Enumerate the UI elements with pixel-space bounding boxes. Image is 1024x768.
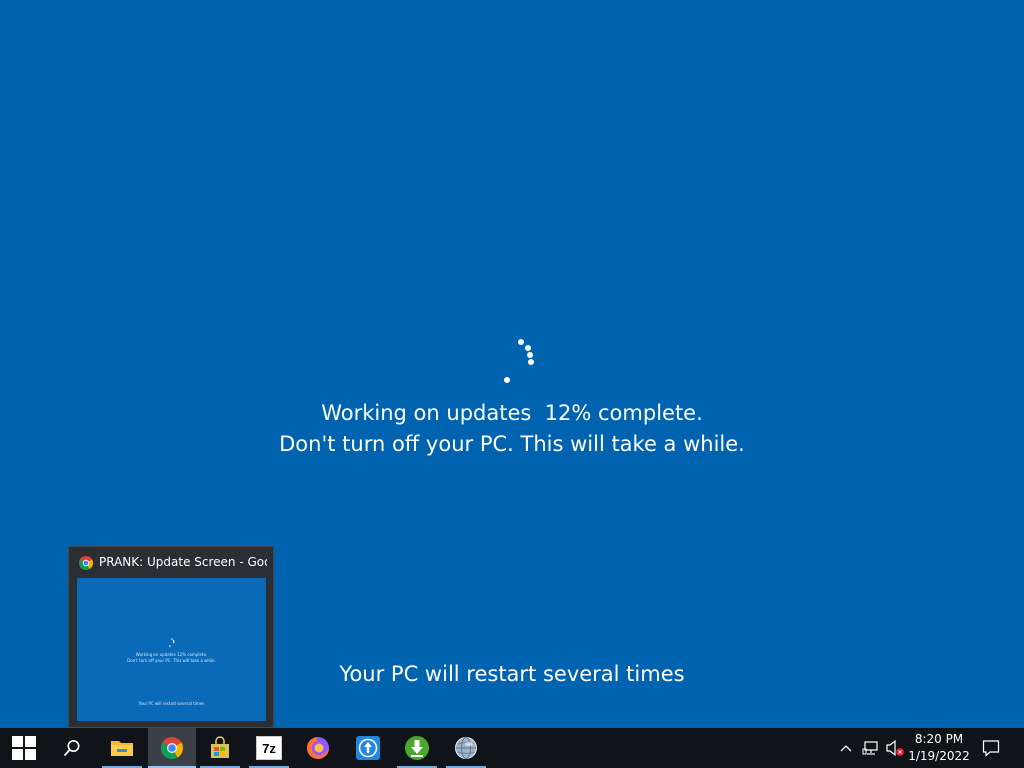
loading-spinner <box>495 333 545 388</box>
update-screen: Working on updates 12% complete. Don't t… <box>0 0 1024 768</box>
7zip-icon: 7z <box>256 736 282 760</box>
chrome-icon <box>79 555 93 570</box>
start-button[interactable] <box>0 728 48 768</box>
folder-icon <box>111 741 133 756</box>
windows-logo-icon <box>12 736 36 760</box>
volume-muted-icon <box>886 739 904 757</box>
thumb-warning-text: Don't turn off your PC. This will take a… <box>127 658 216 663</box>
thumb-progress-text: Working on updates 12% complete. <box>135 652 208 657</box>
preview-title: PRANK: Update Screen - Goo... <box>99 555 267 569</box>
preview-header: PRANK: Update Screen - Goo... <box>69 547 273 577</box>
taskbar-7zip[interactable]: 7z <box>245 728 293 768</box>
search-button[interactable] <box>48 728 96 768</box>
update-progress-text: Working on updates 12% complete. <box>321 401 703 425</box>
taskbar-google-chrome[interactable] <box>148 728 196 768</box>
taskbar-upload-app[interactable] <box>344 728 392 768</box>
thumb-spinner-icon <box>169 638 175 647</box>
globe-icon <box>455 737 477 759</box>
preview-window-thumbnail[interactable]: Working on updates 12% complete. Don't t… <box>77 578 266 721</box>
network-tray-button[interactable] <box>860 728 882 768</box>
upload-arrow-icon <box>356 736 380 760</box>
taskbar-download-app[interactable] <box>393 728 441 768</box>
action-center-button[interactable] <box>978 728 1004 768</box>
clock-time: 8:20 PM <box>914 732 964 746</box>
clock-date: 1/19/2022 <box>908 749 970 763</box>
download-arrow-icon <box>405 736 429 760</box>
taskbar-firefox[interactable] <box>294 728 342 768</box>
store-bag-icon <box>211 736 229 758</box>
chevron-up-icon <box>840 745 852 752</box>
taskbar-microsoft-store[interactable] <box>196 728 244 768</box>
firefox-icon <box>307 737 329 759</box>
network-icon <box>862 741 878 755</box>
taskbar: 7z 8:20 PM 1/19/2022 <box>0 728 1024 768</box>
search-icon <box>63 740 80 757</box>
chrome-icon <box>160 737 184 760</box>
notification-icon <box>982 740 1000 757</box>
taskbar-file-explorer[interactable] <box>98 728 146 768</box>
update-warning-text: Don't turn off your PC. This will take a… <box>279 432 745 456</box>
volume-tray-button[interactable] <box>884 728 906 768</box>
taskbar-network-app[interactable] <box>442 728 490 768</box>
show-hidden-icons-button[interactable] <box>836 728 856 768</box>
taskbar-clock[interactable]: 8:20 PM 1/19/2022 <box>906 731 972 765</box>
thumb-restart-text: Your PC will restart several times <box>138 701 205 706</box>
taskbar-thumbnail-preview[interactable]: PRANK: Update Screen - Goo... Working on… <box>68 546 274 728</box>
